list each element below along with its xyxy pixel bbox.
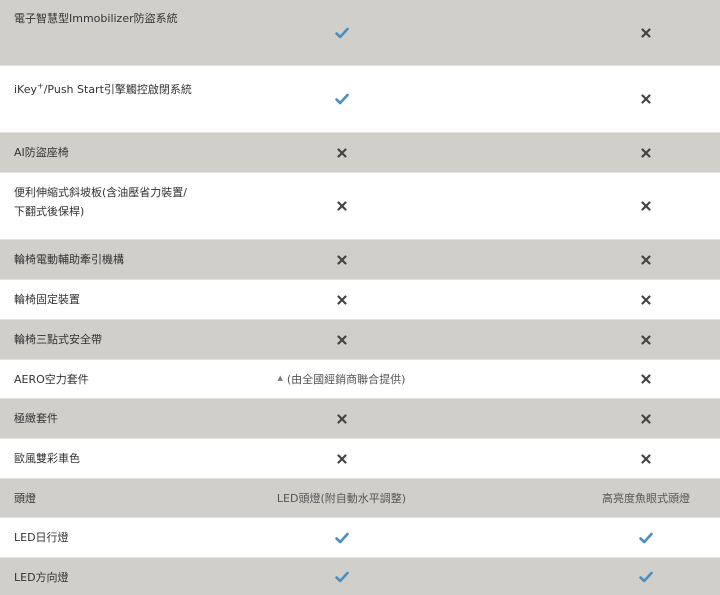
table-row: 輪椅三點式安全帶: [0, 320, 720, 360]
cross-icon: [200, 399, 483, 438]
cross-icon: [575, 240, 717, 279]
check-icon: [200, 558, 483, 595]
check-icon: [575, 518, 717, 557]
feature-label: 便利伸縮式斜坡板(含油壓省力裝置/下翻式後保桿): [14, 186, 187, 218]
table-row: 歐風雙彩車色: [0, 439, 720, 479]
note-label: (由全國經銷商聯合提供): [286, 373, 406, 386]
table-row: 電子智慧型Immobilizer防盜系統: [0, 0, 720, 66]
table-row: 輪椅固定裝置: [0, 280, 720, 320]
note-text: ▲ (由全國經銷商聯合提供): [200, 360, 483, 398]
table-row: iKey+/Push Start引擎觸控啟閉系統: [0, 66, 720, 133]
feature-label: 電子智慧型Immobilizer防盜系統: [14, 12, 178, 25]
headlight-spec-text: LED頭燈(附自動水平調整): [276, 492, 407, 505]
feature-rest: /Push Start引擎觸控啟閉系統: [43, 83, 192, 96]
cross-icon: [575, 133, 717, 172]
feature-label: LED日行燈: [14, 531, 69, 544]
cross-icon: [200, 240, 483, 279]
cross-icon: [200, 280, 483, 319]
cross-icon: [575, 320, 717, 359]
feature-label: 輪椅固定裝置: [14, 293, 80, 306]
check-icon: [200, 518, 483, 557]
feature-label: 歐風雙彩車色: [14, 452, 80, 465]
feature-superscript: +: [37, 81, 44, 91]
table-row: AI防盜座椅: [0, 133, 720, 173]
cross-icon: [575, 360, 717, 398]
cross-icon: [200, 133, 483, 172]
table-row: 頭燈 LED頭燈(附自動水平調整) 高亮度魚眼式頭燈: [0, 479, 720, 518]
cross-icon: [575, 280, 717, 319]
feature-label: AI防盜座椅: [14, 146, 69, 159]
check-icon: [200, 0, 483, 65]
cross-icon: [200, 173, 483, 239]
table-row: LED日行燈: [0, 518, 720, 558]
cross-icon: [575, 399, 717, 438]
table-row: AERO空力套件 ▲ (由全國經銷商聯合提供): [0, 360, 720, 399]
cross-icon: [575, 0, 717, 65]
triangle-icon: ▲: [277, 374, 283, 382]
feature-prefix: iKey: [14, 83, 37, 96]
table-row: 輪椅電動輔助牽引機構: [0, 240, 720, 280]
feature-label: AERO空力套件: [14, 373, 89, 386]
cross-icon: [200, 439, 483, 478]
table-row: LED方向燈: [0, 558, 720, 595]
check-icon: [575, 558, 717, 595]
feature-label: iKey+/Push Start引擎觸控啟閉系統: [14, 80, 194, 99]
table-row: 便利伸縮式斜坡板(含油壓省力裝置/下翻式後保桿): [0, 173, 720, 240]
feature-label: 輪椅電動輔助牽引機構: [14, 253, 124, 266]
check-icon: [200, 66, 483, 132]
cross-icon: [575, 439, 717, 478]
table-row: 極緻套件: [0, 399, 720, 439]
spec-comparison-table: 電子智慧型Immobilizer防盜系統 iKey+/Push Start引擎觸…: [0, 0, 720, 595]
headlight-spec-text: 高亮度魚眼式頭燈: [602, 492, 690, 505]
feature-label: 頭燈: [14, 492, 36, 505]
cross-icon: [200, 320, 483, 359]
cross-icon: [575, 173, 717, 239]
feature-label: LED方向燈: [14, 571, 69, 584]
cross-icon: [575, 66, 717, 132]
feature-label: 輪椅三點式安全帶: [14, 333, 102, 346]
feature-label: 極緻套件: [14, 412, 58, 425]
